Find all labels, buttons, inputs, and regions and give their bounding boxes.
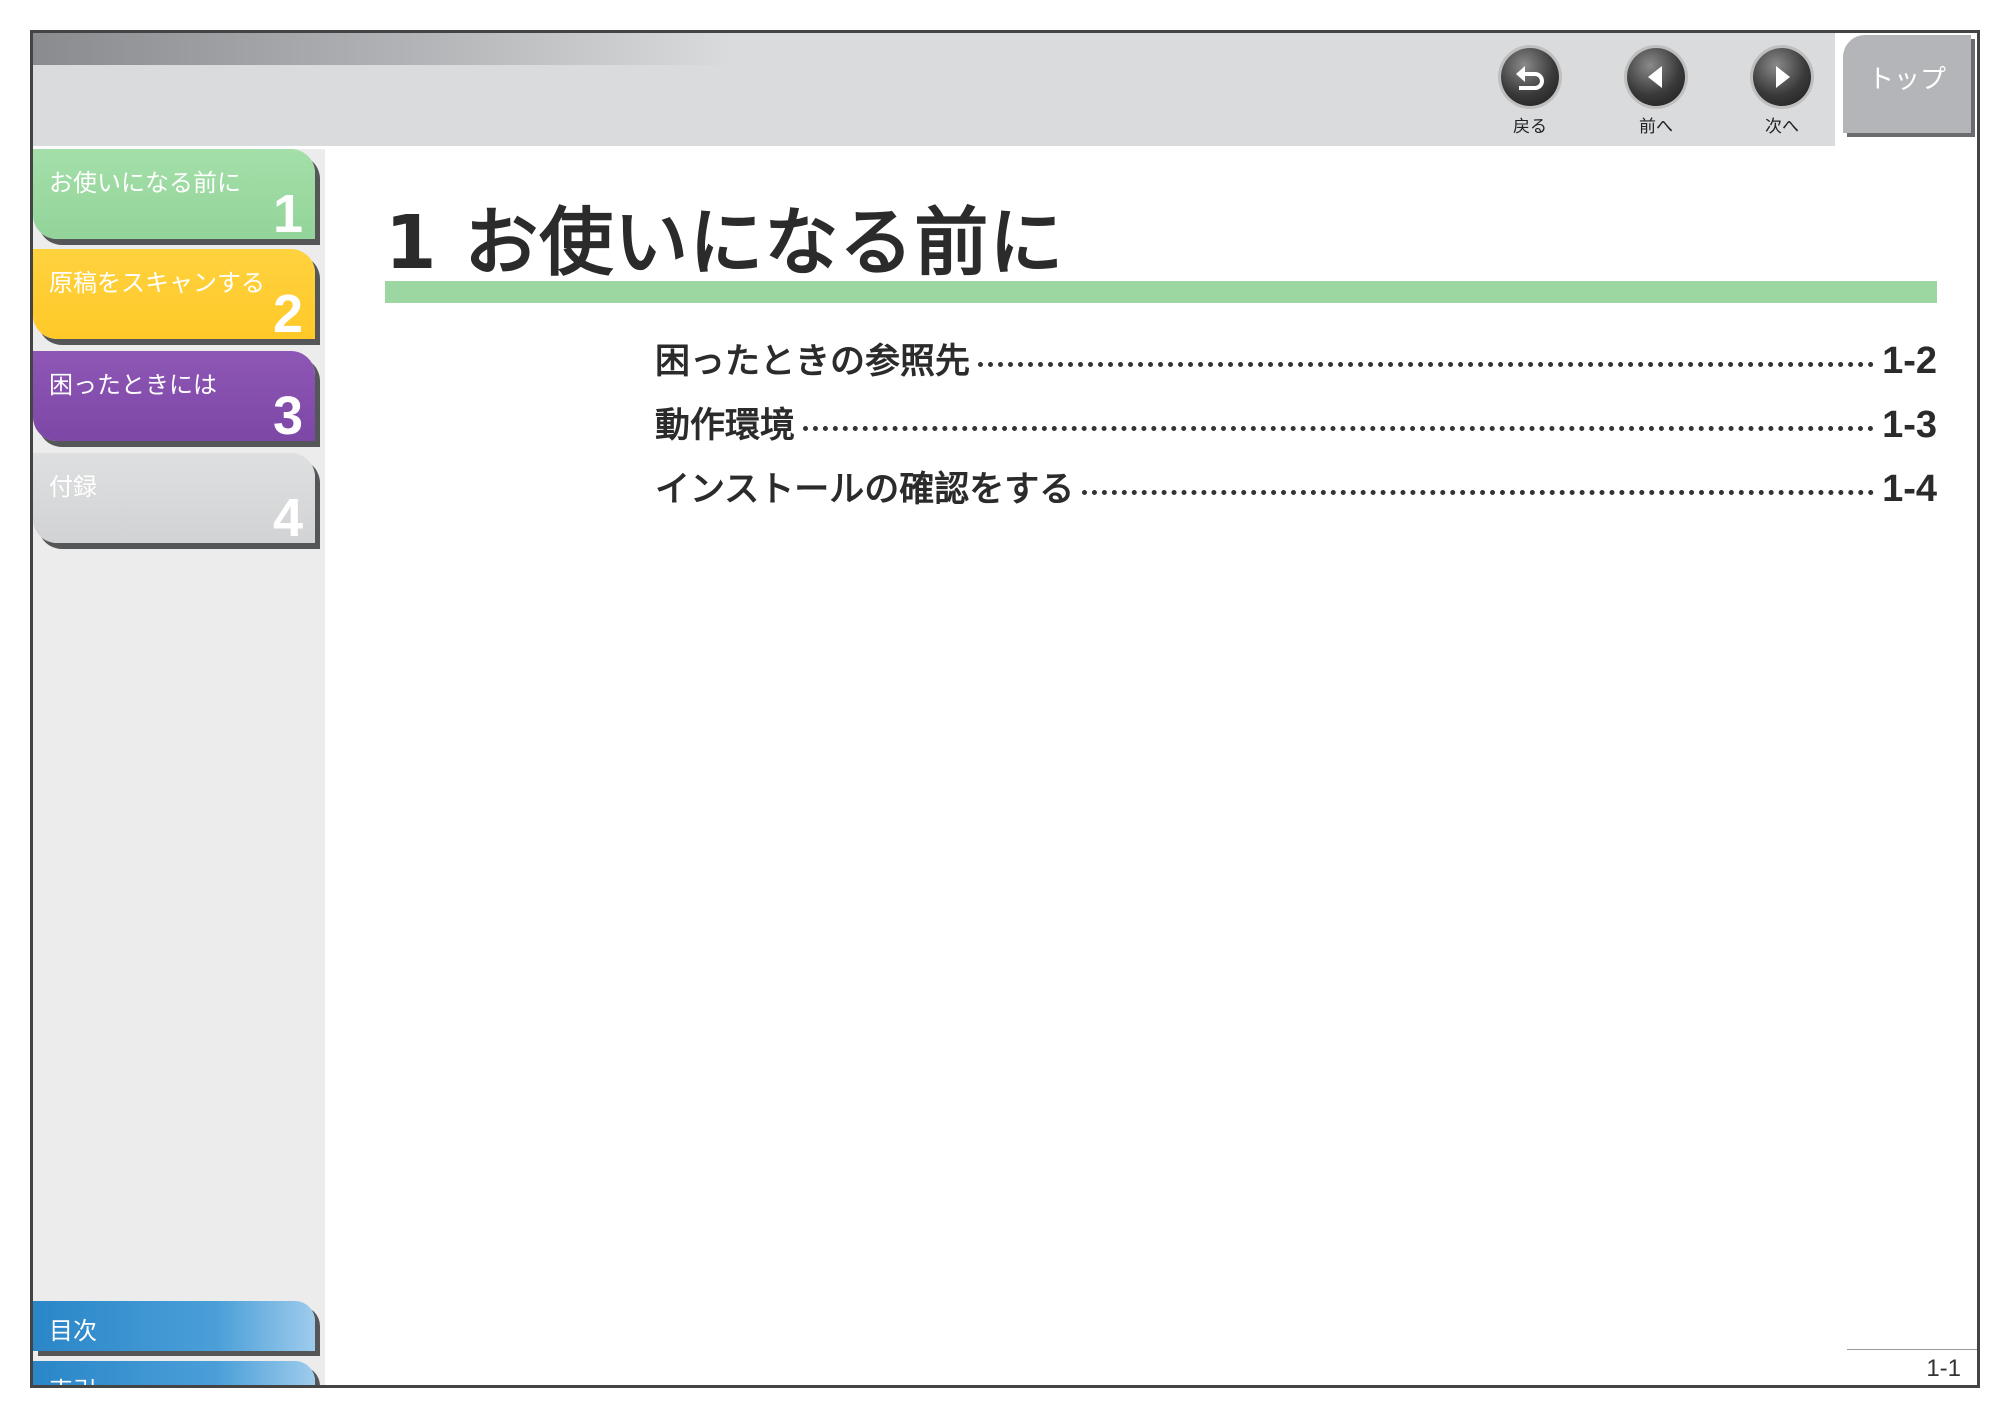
chapter-tab-label: 付録 — [49, 473, 97, 501]
index-tab-label: 索引 — [49, 1371, 97, 1385]
chapter-tab-label: 困ったときには — [49, 371, 217, 399]
next-label: 次へ — [1765, 117, 1799, 137]
header-bar: 戻る 前へ 次へ — [33, 33, 1835, 149]
toc-entry-page: 1-3 — [1882, 404, 1937, 446]
chapter-tab-label: お使いになる前に — [49, 169, 241, 197]
chapter-tab-number: 4 — [272, 488, 303, 548]
toc-entry-page: 1-2 — [1882, 340, 1937, 382]
page-number-rule — [1847, 1349, 1977, 1350]
prev-label: 前へ — [1639, 117, 1673, 137]
toc-leader-dots — [1082, 490, 1875, 495]
next-icon — [1753, 48, 1811, 106]
toc-entry-text: 困ったときの参照先 — [655, 342, 971, 382]
chapter-tab-2[interactable]: 原稿をスキャンする 2 — [33, 249, 315, 344]
prev-icon — [1627, 48, 1685, 106]
contents-tab[interactable]: 目次 — [33, 1301, 315, 1351]
toc-leader-dots — [803, 426, 1875, 431]
toc-entry-page: 1-4 — [1882, 468, 1937, 510]
chapter-tab-1[interactable]: お使いになる前に 1 — [33, 149, 315, 244]
chapter-tab-number: 3 — [272, 386, 303, 446]
back-button[interactable]: 戻る — [1490, 48, 1570, 138]
toc-entry[interactable]: 困ったときの参照先 1-2 — [655, 333, 1937, 397]
header-gradient — [33, 33, 733, 65]
index-tab[interactable]: 索引 — [33, 1361, 315, 1385]
toc-entry[interactable]: 動作環境 1-3 — [655, 397, 1937, 461]
toc-entry-text: 動作環境 — [655, 406, 796, 446]
chapter-tab-3[interactable]: 困ったときには 3 — [33, 351, 315, 446]
document-frame: 戻る 前へ 次へ トップ お使いになる前に 1 原稿をスキャンする 2 困ったと… — [30, 30, 1980, 1388]
page-title: 1 お使いになる前に — [385, 200, 1065, 286]
toc-leader-dots — [978, 362, 1875, 367]
top-button[interactable]: トップ — [1843, 35, 1971, 133]
chapter-tab-number: 2 — [272, 284, 303, 344]
toc-entry-text: インストールの確認をする — [655, 470, 1075, 510]
chapter-tab-label: 原稿をスキャンする — [49, 269, 265, 297]
title-underline-bar — [385, 281, 1937, 303]
prev-button[interactable]: 前へ — [1616, 48, 1696, 138]
chapter-tab-number: 1 — [272, 184, 303, 244]
page-number: 1-1 — [1926, 1355, 1961, 1382]
contents-tab-label: 目次 — [49, 1317, 97, 1345]
toc-entry[interactable]: インストールの確認をする 1-4 — [655, 461, 1937, 525]
back-icon — [1501, 48, 1559, 106]
next-button[interactable]: 次へ — [1742, 48, 1822, 138]
back-label: 戻る — [1513, 117, 1547, 137]
sidebar: お使いになる前に 1 原稿をスキャンする 2 困ったときには 3 付録 4 目次… — [33, 149, 325, 1385]
chapter-tab-4[interactable]: 付録 4 — [33, 453, 315, 548]
top-tab-area: トップ — [1835, 33, 1977, 165]
table-of-contents: 困ったときの参照先 1-2 動作環境 1-3 インストールの確認をする 1-4 — [655, 333, 1937, 525]
